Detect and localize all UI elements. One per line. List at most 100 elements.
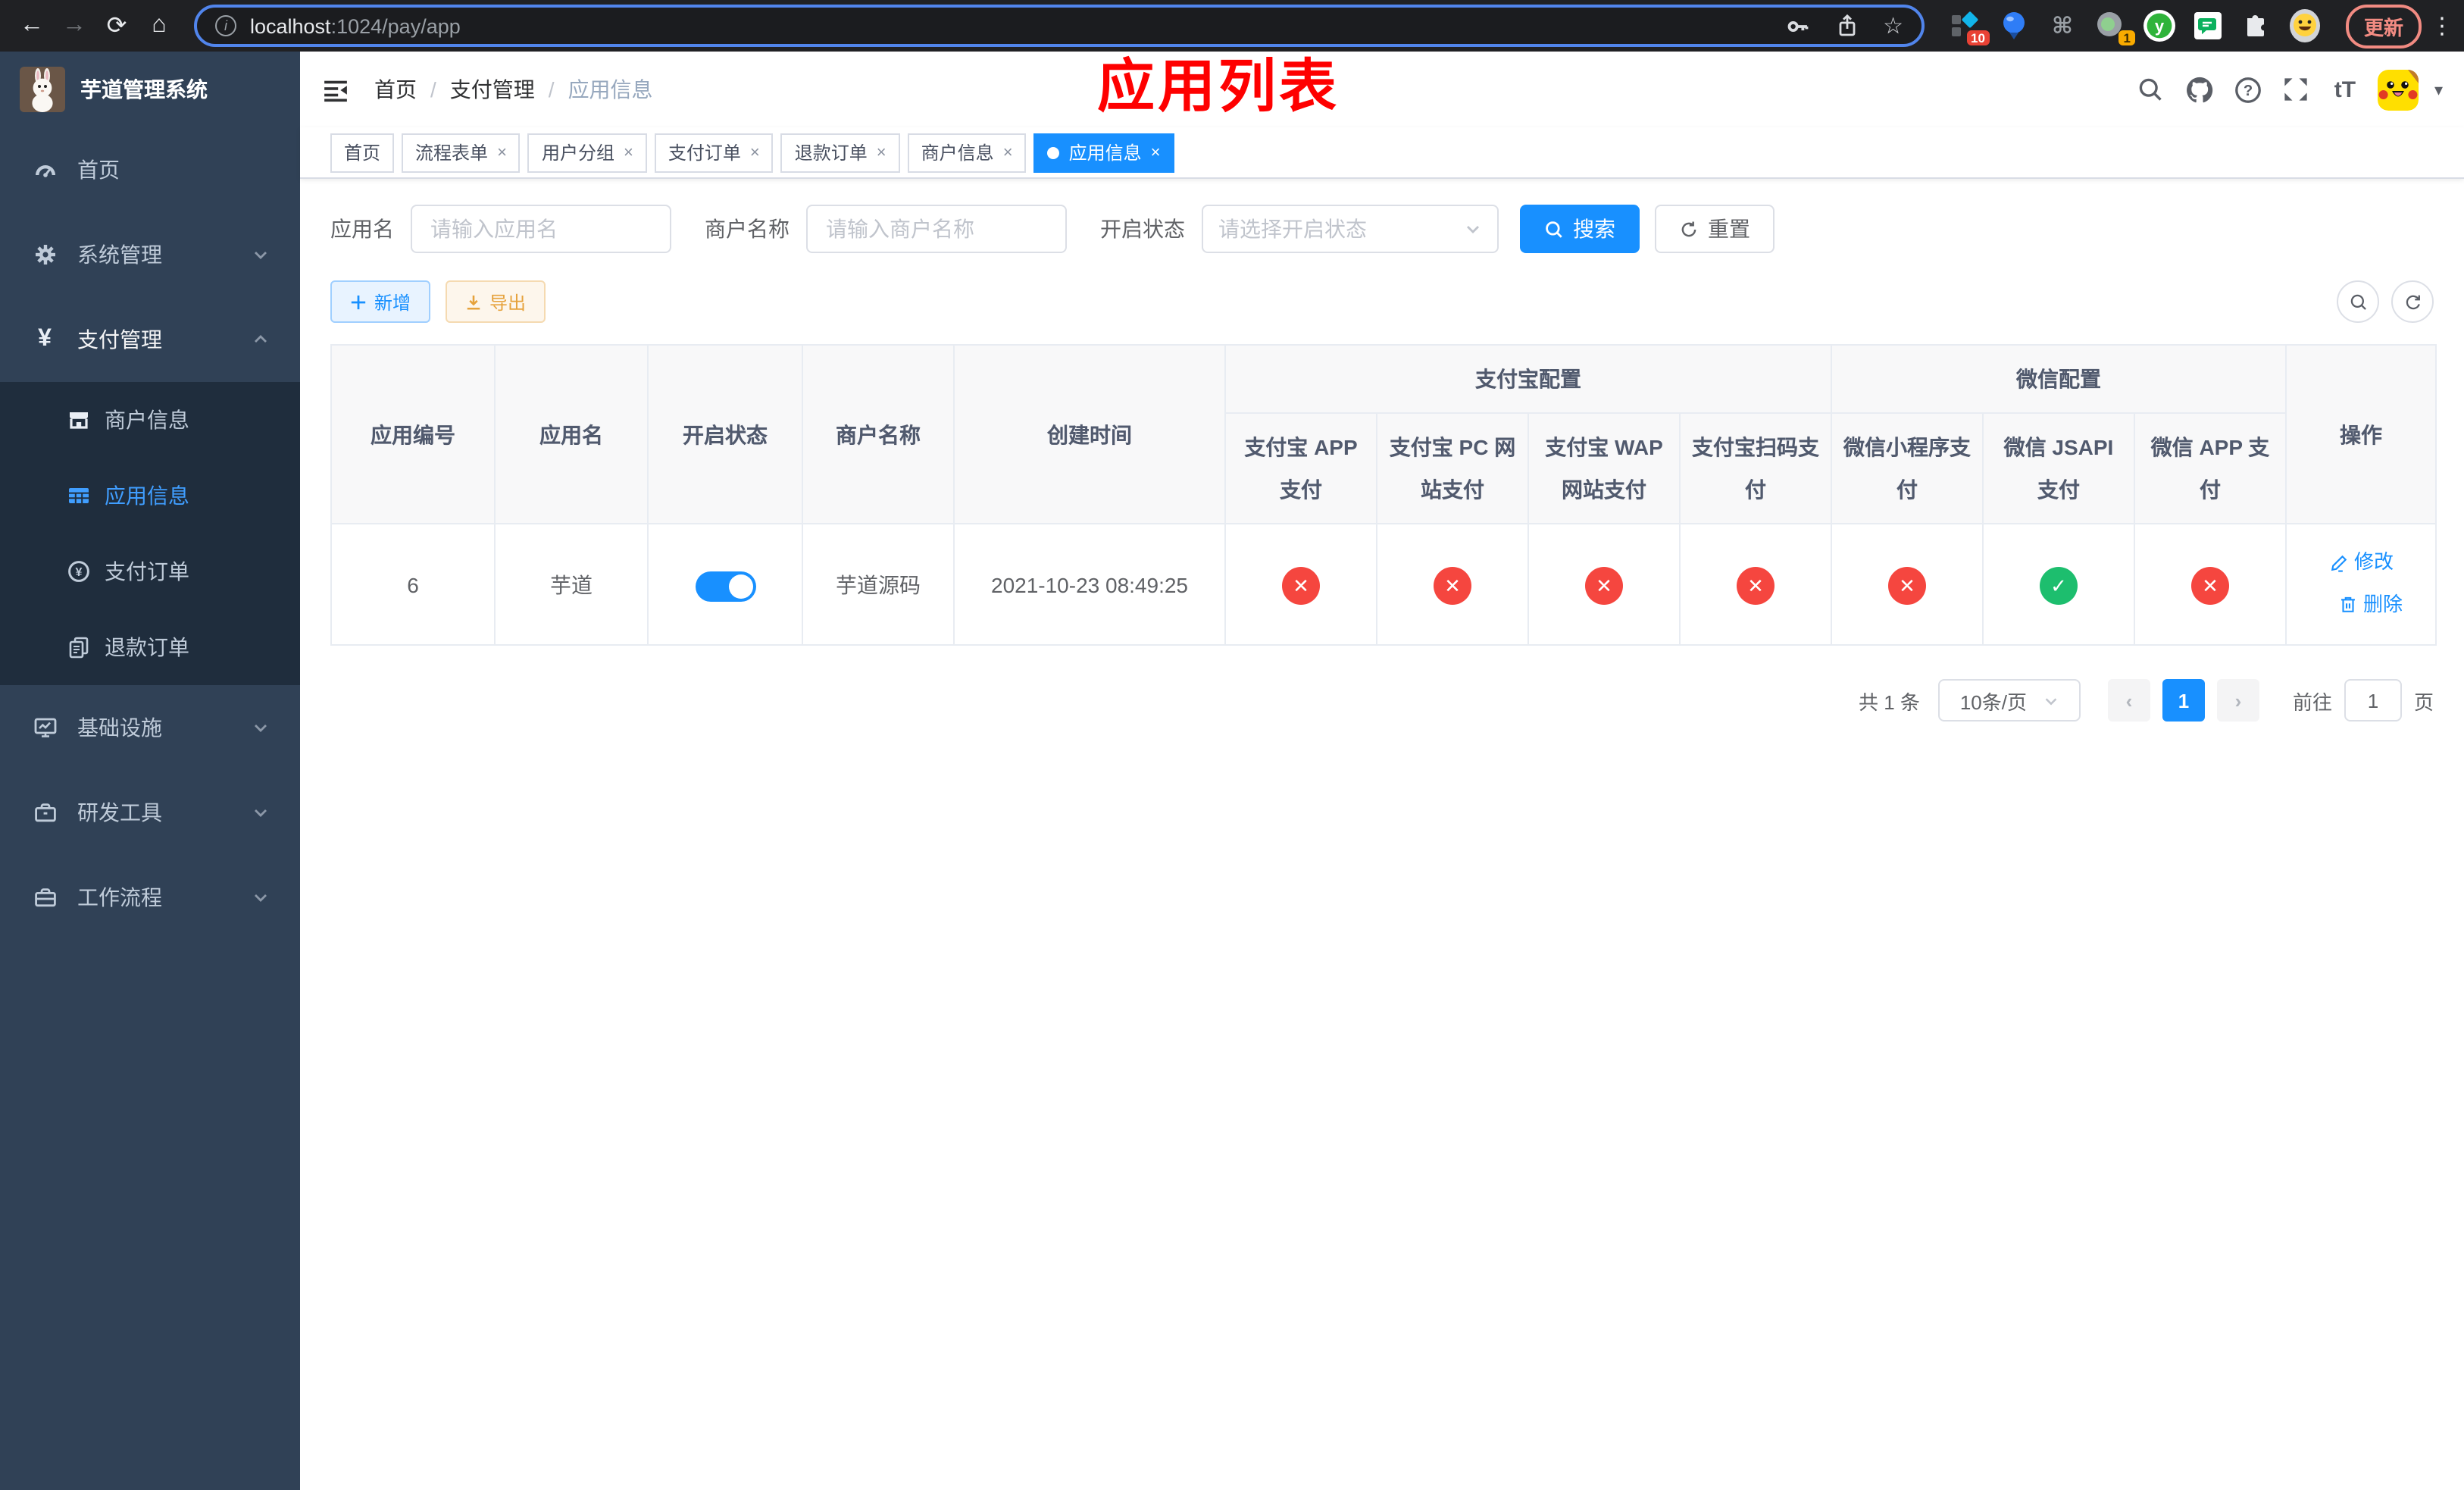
col-header-app-name[interactable]: 应用名 [494, 344, 649, 524]
delete-link[interactable]: 删除 [2337, 584, 2403, 624]
cell-app-name: 芋道 [494, 523, 649, 646]
cell-actions: 修改 删除 [2285, 523, 2437, 646]
browser-reload-icon[interactable]: ⟳ [97, 6, 136, 45]
col-header-created[interactable]: 创建时间 [953, 344, 1226, 524]
col-header-wechat-app[interactable]: 微信 APP 支付 [2133, 412, 2287, 524]
user-avatar[interactable] [2378, 69, 2419, 110]
browser-update-button[interactable]: 更新 [2345, 4, 2422, 48]
col-header-status[interactable]: 开启状态 [647, 344, 803, 524]
current-page-button[interactable]: 1 [2162, 679, 2205, 722]
sidebar-item-payment[interactable]: ¥ 支付管理 [0, 297, 300, 382]
status-select[interactable]: 请选择开启状态 [1202, 205, 1499, 253]
extensions-strip: 10 ⌘ 1 y [1949, 8, 2322, 45]
breadcrumb-payment[interactable]: 支付管理 [450, 74, 535, 105]
sidebar-item-infrastructure[interactable]: 基础设施 [0, 685, 300, 770]
breadcrumb-separator: / [430, 77, 436, 102]
site-info-icon[interactable]: i [215, 15, 236, 36]
browser-home-icon[interactable]: ⌂ [139, 6, 179, 45]
channel-disabled-icon: ✕ [1585, 566, 1623, 604]
browser-menu-kebab-icon[interactable]: ⋮ [2431, 12, 2453, 39]
extension-gem-icon[interactable] [1997, 8, 2031, 44]
add-button[interactable]: 新增 [330, 280, 431, 323]
sidebar-item-home[interactable]: 首页 [0, 127, 300, 212]
col-header-app-id[interactable]: 应用编号 [330, 344, 496, 524]
breadcrumb-home[interactable]: 首页 [374, 74, 417, 105]
extension-pin-icon[interactable]: 10 [1949, 8, 1990, 45]
col-header-alipay-qr[interactable]: 支付宝扫码支付 [1679, 412, 1832, 524]
sidebar-item-workflow[interactable]: 工作流程 [0, 855, 300, 940]
app-name-input[interactable] [411, 205, 671, 253]
tab-refund-orders[interactable]: 退款订单 × [780, 133, 900, 172]
search-icon[interactable] [2136, 74, 2166, 105]
gear-icon [32, 243, 58, 267]
font-size-icon[interactable]: tT [2330, 74, 2360, 105]
avatar-dropdown-caret-icon[interactable]: ▾ [2434, 80, 2443, 99]
password-key-icon[interactable] [1784, 13, 1810, 39]
tab-merchant-info[interactable]: 商户信息 × [907, 133, 1027, 172]
col-header-alipay-wap[interactable]: 支付宝 WAP 网站支付 [1527, 412, 1681, 524]
refresh-table-button[interactable] [2391, 280, 2434, 323]
search-button[interactable]: 搜索 [1520, 205, 1640, 253]
sidebar-item-label: 商户信息 [105, 408, 189, 432]
extension-y-icon[interactable]: y [2143, 8, 2176, 44]
browser-back-icon[interactable]: ← [12, 6, 52, 45]
tab-label: 应用信息 [1068, 142, 1142, 164]
col-header-alipay-app[interactable]: 支付宝 APP 支付 [1224, 412, 1377, 524]
sidebar-item-app-info[interactable]: 应用信息 [0, 458, 300, 534]
app-name-label: 应用名 [330, 217, 394, 241]
extension-recorder-icon[interactable]: 1 [2094, 8, 2135, 45]
tab-close-icon[interactable]: × [497, 143, 507, 161]
tab-close-icon[interactable]: × [624, 143, 633, 161]
sidebar-logo[interactable]: 芋道管理系统 [0, 52, 300, 127]
table-tools [2337, 280, 2434, 323]
browser-forward-icon[interactable]: → [55, 6, 94, 45]
address-bar[interactable]: i localhost:1024/pay/app ☆ [194, 5, 1925, 47]
extensions-puzzle-icon[interactable] [2240, 8, 2273, 44]
col-group-alipay: 支付宝配置 [1224, 344, 1832, 414]
toggle-search-button[interactable] [2337, 280, 2379, 323]
col-header-wechat-jsapi[interactable]: 微信 JSAPI 支付 [1982, 412, 2135, 524]
delete-link-label: 删除 [2363, 592, 2403, 615]
tab-user-group[interactable]: 用户分组 × [527, 133, 647, 172]
page-annotation-title: 应用列表 [1097, 56, 1340, 120]
prev-page-button[interactable]: ‹ [2107, 679, 2150, 722]
share-icon[interactable] [1834, 14, 1859, 38]
breadcrumb-current: 应用信息 [568, 77, 653, 102]
export-button[interactable]: 导出 [446, 280, 546, 323]
extension-command-icon[interactable]: ⌘ [2046, 8, 2079, 44]
tab-close-icon[interactable]: × [877, 143, 886, 161]
help-question-icon[interactable]: ? [2233, 74, 2263, 105]
extension-chat-icon[interactable] [2191, 8, 2225, 44]
status-toggle[interactable] [695, 571, 755, 602]
goto-page-input[interactable] [2344, 679, 2402, 722]
channel-enabled-icon: ✓ [2040, 566, 2078, 604]
tab-close-icon[interactable]: × [750, 143, 760, 161]
edit-link[interactable]: 修改 [2328, 543, 2394, 582]
reset-button[interactable]: 重置 [1655, 205, 1775, 253]
channel-disabled-icon: ✕ [1737, 566, 1775, 604]
fullscreen-icon[interactable] [2281, 74, 2312, 105]
col-header-wechat-mini[interactable]: 微信小程序支付 [1831, 412, 1984, 524]
sidebar-collapse-icon[interactable] [323, 77, 349, 102]
merchant-name-input[interactable] [806, 205, 1067, 253]
next-page-button[interactable]: › [2216, 679, 2259, 722]
tab-process-form[interactable]: 流程表单 × [402, 133, 521, 172]
cell-merchant: 芋道源码 [802, 523, 955, 646]
sidebar-item-pay-orders[interactable]: ¥ 支付订单 [0, 534, 300, 609]
profile-smiley-avatar[interactable] [2288, 8, 2322, 44]
bookmark-star-icon[interactable]: ☆ [1883, 12, 1903, 39]
url-text[interactable]: localhost:1024/pay/app [250, 14, 1771, 37]
tab-close-icon[interactable]: × [1151, 143, 1161, 161]
sidebar-item-system[interactable]: 系统管理 [0, 212, 300, 297]
col-header-merchant[interactable]: 商户名称 [802, 344, 955, 524]
tab-close-icon[interactable]: × [1003, 143, 1013, 161]
tab-app-info[interactable]: 应用信息 × [1033, 133, 1174, 172]
page-size-select[interactable]: 10条/页 [1937, 679, 2081, 722]
sidebar-item-dev-tools[interactable]: 研发工具 [0, 770, 300, 855]
tab-pay-orders[interactable]: 支付订单 × [654, 133, 774, 172]
github-icon[interactable] [2184, 74, 2215, 105]
tab-home[interactable]: 首页 [330, 133, 395, 172]
sidebar-item-refund-orders[interactable]: 退款订单 [0, 609, 300, 685]
col-header-alipay-pc[interactable]: 支付宝 PC 网站支付 [1376, 412, 1529, 524]
sidebar-item-merchant-info[interactable]: 商户信息 [0, 382, 300, 458]
